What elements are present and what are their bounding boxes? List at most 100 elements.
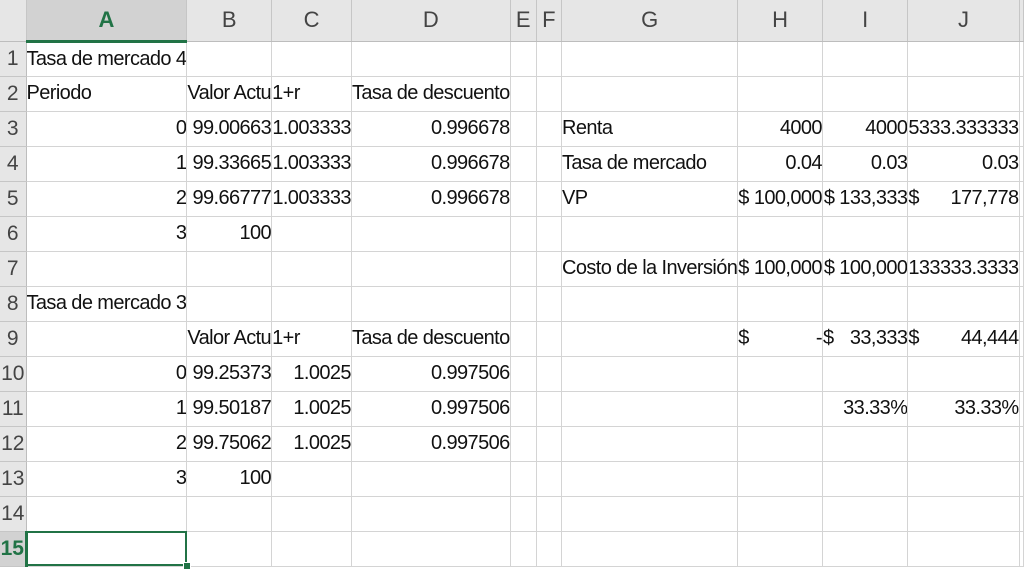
cell-i1[interactable]: [822, 41, 909, 77]
cell-b13[interactable]: 100: [186, 461, 273, 497]
cell-g15[interactable]: [561, 531, 739, 567]
cell-a13[interactable]: 3: [26, 461, 188, 497]
cell-a12[interactable]: 2: [26, 426, 188, 462]
cell-d3[interactable]: 0.996678: [351, 111, 511, 147]
cell-b5[interactable]: 99.66777: [186, 181, 273, 217]
cell-e4[interactable]: [510, 146, 537, 182]
cell-e14[interactable]: [510, 496, 537, 532]
cell-a5[interactable]: 2: [26, 181, 188, 217]
cell-i14[interactable]: [822, 496, 909, 532]
cell-k6[interactable]: [1019, 216, 1024, 252]
column-header-overflow[interactable]: [1019, 0, 1024, 42]
cell-d6[interactable]: [351, 216, 511, 252]
cell-f1[interactable]: [536, 41, 562, 77]
cell-c4[interactable]: 1.003333: [271, 146, 352, 182]
cell-g4[interactable]: Tasa de mercado: [561, 146, 739, 182]
cell-c7[interactable]: [271, 251, 352, 287]
cell-j5[interactable]: $177,778: [907, 181, 1020, 217]
cell-b9[interactable]: Valor Actu: [186, 321, 273, 357]
cell-a14[interactable]: [26, 496, 188, 532]
cell-g7[interactable]: Costo de la Inversión: [561, 251, 739, 287]
cell-a4[interactable]: 1: [26, 146, 188, 182]
cell-f14[interactable]: [536, 496, 562, 532]
cell-e3[interactable]: [510, 111, 537, 147]
cell-j15[interactable]: [907, 531, 1020, 567]
cell-k9[interactable]: [1019, 321, 1024, 357]
cell-a11[interactable]: 1: [26, 391, 188, 427]
cell-d13[interactable]: [351, 461, 511, 497]
cell-j11[interactable]: 33.33%: [907, 391, 1020, 427]
column-header-c[interactable]: C: [271, 0, 352, 42]
cell-i15[interactable]: [822, 531, 909, 567]
row-header-10[interactable]: 10: [0, 356, 27, 392]
column-header-g[interactable]: G: [561, 0, 739, 42]
cell-c1[interactable]: [271, 41, 352, 77]
cell-j13[interactable]: [907, 461, 1020, 497]
cell-a9[interactable]: [26, 321, 188, 357]
cell-e15[interactable]: [510, 531, 537, 567]
cell-j10[interactable]: [907, 356, 1020, 392]
cell-b14[interactable]: [186, 496, 273, 532]
cell-i4[interactable]: 0.03: [822, 146, 909, 182]
row-header-5[interactable]: 5: [0, 181, 27, 217]
cell-k3[interactable]: [1019, 111, 1024, 147]
cell-d14[interactable]: [351, 496, 511, 532]
cell-b3[interactable]: 99.00663: [186, 111, 273, 147]
cell-c5[interactable]: 1.003333: [271, 181, 352, 217]
cell-a15[interactable]: [26, 531, 188, 567]
cell-a6[interactable]: 3: [26, 216, 188, 252]
cell-c14[interactable]: [271, 496, 352, 532]
cell-h14[interactable]: [737, 496, 823, 532]
cell-d1[interactable]: [351, 41, 511, 77]
cell-j12[interactable]: [907, 426, 1020, 462]
row-header-12[interactable]: 12: [0, 426, 27, 462]
cell-c13[interactable]: [271, 461, 352, 497]
cell-c9[interactable]: 1+r: [271, 321, 352, 357]
cell-c2[interactable]: 1+r: [271, 76, 352, 112]
cell-k4[interactable]: [1019, 146, 1024, 182]
cell-e8[interactable]: [510, 286, 537, 322]
column-header-f[interactable]: F: [536, 0, 562, 42]
cell-b12[interactable]: 99.75062: [186, 426, 273, 462]
cell-b1[interactable]: [186, 41, 273, 77]
select-all-corner[interactable]: [0, 0, 27, 42]
cell-b7[interactable]: [186, 251, 273, 287]
cell-h1[interactable]: [737, 41, 823, 77]
cell-e11[interactable]: [510, 391, 537, 427]
cell-k12[interactable]: [1019, 426, 1024, 462]
cell-f3[interactable]: [536, 111, 562, 147]
fill-handle[interactable]: [182, 562, 191, 570]
cell-e1[interactable]: [510, 41, 537, 77]
cell-d7[interactable]: [351, 251, 511, 287]
cell-k15[interactable]: [1019, 531, 1024, 567]
cell-e6[interactable]: [510, 216, 537, 252]
cell-e2[interactable]: [510, 76, 537, 112]
cell-k10[interactable]: [1019, 356, 1024, 392]
cell-j1[interactable]: [907, 41, 1020, 77]
cell-j9[interactable]: $44,444: [907, 321, 1020, 357]
row-header-7[interactable]: 7: [0, 251, 27, 287]
column-header-h[interactable]: H: [737, 0, 823, 42]
cell-k5[interactable]: [1019, 181, 1024, 217]
cell-a7[interactable]: [26, 251, 188, 287]
cell-i5[interactable]: $ 133,333: [822, 181, 909, 217]
cell-k11[interactable]: [1019, 391, 1024, 427]
cell-h7[interactable]: $100,000: [737, 251, 823, 287]
cell-b6[interactable]: 100: [186, 216, 273, 252]
row-header-6[interactable]: 6: [0, 216, 27, 252]
cell-g2[interactable]: [561, 76, 739, 112]
cell-h9[interactable]: $ -: [737, 321, 823, 357]
cell-e5[interactable]: [510, 181, 537, 217]
column-header-i[interactable]: I: [822, 0, 909, 42]
cell-a2[interactable]: Periodo: [26, 76, 188, 112]
cell-k8[interactable]: [1019, 286, 1024, 322]
cell-f9[interactable]: [536, 321, 562, 357]
column-header-a[interactable]: A: [26, 0, 188, 43]
column-header-e[interactable]: E: [510, 0, 537, 42]
cell-b2[interactable]: Valor Actu: [186, 76, 273, 112]
cell-i11[interactable]: 33.33%: [822, 391, 909, 427]
cell-h2[interactable]: [737, 76, 823, 112]
cell-i2[interactable]: [822, 76, 909, 112]
cell-g11[interactable]: [561, 391, 739, 427]
row-header-11[interactable]: 11: [0, 391, 27, 427]
